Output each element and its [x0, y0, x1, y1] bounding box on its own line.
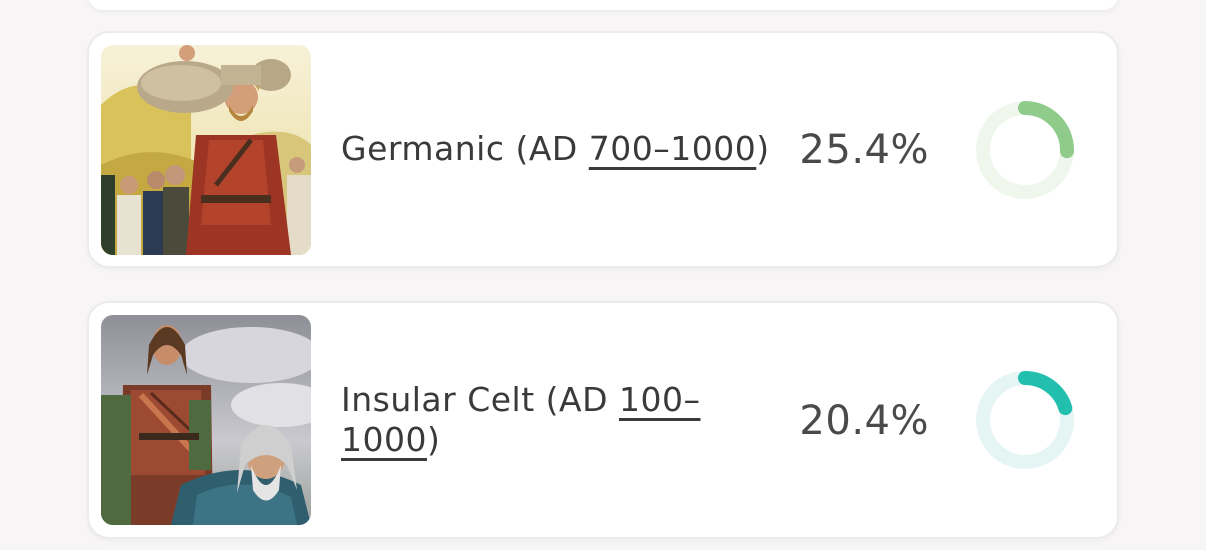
previous-card-edge — [88, 0, 1118, 10]
ancestry-title: Germanic (AD 700–1000) — [341, 129, 791, 169]
ancestry-title: Insular Celt (AD 100–1000) — [341, 380, 721, 460]
insular-celt-thumbnail-image — [101, 315, 311, 525]
date-range-link[interactable]: 700–1000 — [589, 129, 756, 168]
ancestry-donut-chart — [976, 101, 1074, 199]
ancestry-title-prefix: Insular Celt (AD — [341, 380, 619, 419]
germanic-thumbnail-image — [101, 45, 311, 255]
ancestry-title-suffix: ) — [426, 420, 441, 459]
ancestry-title-prefix: Germanic (AD — [341, 129, 589, 168]
ancestry-donut-chart — [976, 371, 1074, 469]
ancestry-card-germanic[interactable]: Germanic (AD 700–1000) 25.4% — [87, 31, 1119, 268]
ancestry-title-suffix: ) — [756, 129, 770, 168]
ancestry-percentage: 20.4% — [799, 398, 929, 444]
ancestry-percentage: 25.4% — [799, 127, 929, 173]
ancestry-card-insular-celt[interactable]: Insular Celt (AD 100–1000) 20.4% — [87, 301, 1119, 539]
